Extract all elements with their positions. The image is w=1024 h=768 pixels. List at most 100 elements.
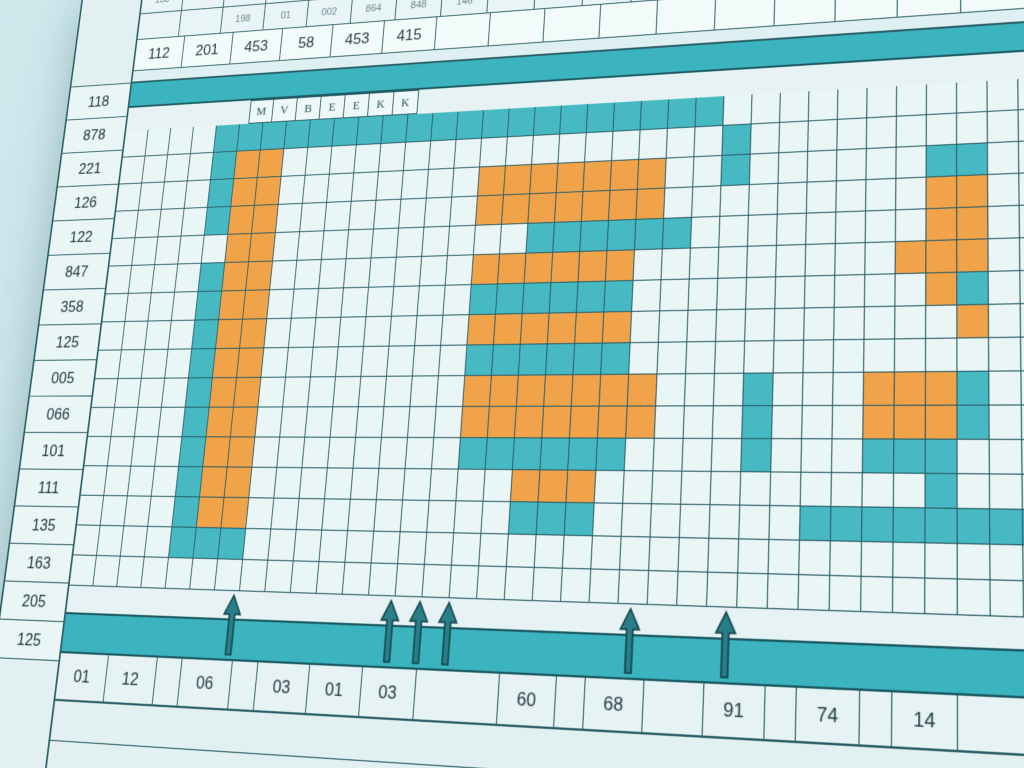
heatmap-cell[interactable] (680, 505, 711, 539)
heatmap-cell[interactable] (591, 536, 621, 570)
heatmap-cell[interactable] (525, 253, 554, 284)
heatmap-cell[interactable] (215, 559, 243, 591)
heatmap-cell[interactable] (279, 176, 306, 205)
heatmap-cell[interactable] (377, 469, 406, 501)
heatmap-cell[interactable] (420, 256, 448, 286)
heatmap-cell[interactable] (801, 439, 832, 473)
heatmap-cell[interactable] (713, 406, 743, 439)
heatmap-cell[interactable] (958, 544, 991, 580)
heatmap-cell[interactable] (302, 438, 330, 469)
heatmap-cell[interactable] (770, 472, 801, 506)
heatmap-cell[interactable] (836, 180, 866, 212)
heatmap-cell[interactable] (958, 509, 991, 545)
heatmap-cell[interactable] (799, 541, 831, 576)
heatmap-cell[interactable] (775, 309, 805, 342)
heatmap-cell[interactable] (324, 202, 351, 232)
heatmap-cell[interactable] (182, 408, 209, 438)
heatmap-cell[interactable] (835, 243, 865, 276)
heatmap-cell[interactable] (719, 216, 749, 248)
heatmap-cell[interactable] (237, 123, 263, 152)
heatmap-cell[interactable] (474, 225, 502, 255)
heatmap-cell[interactable] (958, 474, 991, 509)
heatmap-cell[interactable] (743, 374, 773, 407)
heatmap-cell[interactable] (565, 503, 595, 536)
heatmap-cell[interactable] (692, 186, 721, 218)
heatmap-cell[interactable] (636, 189, 665, 220)
heatmap-cell[interactable] (117, 557, 145, 588)
heatmap-cell[interactable] (521, 314, 550, 345)
heatmap-cell[interactable] (988, 174, 1020, 207)
heatmap-cell[interactable] (292, 289, 319, 319)
heatmap-cell[interactable] (145, 321, 172, 350)
heatmap-cell[interactable] (653, 439, 683, 472)
heatmap-cell[interactable] (989, 238, 1021, 272)
heatmap-cell[interactable] (834, 307, 865, 340)
heatmap-cell[interactable] (741, 439, 772, 472)
heatmap-cell[interactable] (456, 110, 484, 140)
heatmap-cell[interactable] (267, 290, 294, 320)
heatmap-cell[interactable] (686, 342, 716, 374)
heatmap-cell[interactable] (352, 172, 379, 202)
heatmap-cell[interactable] (424, 198, 452, 228)
heatmap-cell[interactable] (496, 284, 525, 315)
heatmap-cell[interactable] (572, 375, 601, 407)
heatmap-cell[interactable] (261, 122, 287, 151)
heatmap-cell[interactable] (498, 254, 526, 285)
heatmap-cell[interactable] (863, 439, 895, 473)
heatmap-cell[interactable] (609, 190, 638, 221)
heatmap-cell[interactable] (777, 214, 807, 246)
heatmap-cell[interactable] (638, 159, 667, 190)
heatmap-cell[interactable] (867, 117, 897, 149)
heatmap-cell[interactable] (348, 500, 377, 532)
heatmap-cell[interactable] (548, 313, 577, 344)
header-cell[interactable]: 201 (182, 33, 234, 67)
heatmap-cell[interactable] (555, 192, 584, 223)
heatmap-cell[interactable] (893, 578, 925, 614)
heatmap-cell[interactable] (659, 311, 689, 343)
heatmap-cell[interactable] (718, 247, 748, 279)
heatmap-cell[interactable] (957, 272, 989, 306)
heatmap-cell[interactable] (626, 406, 656, 438)
heatmap-cell[interactable] (989, 304, 1021, 338)
heatmap-cell[interactable] (294, 260, 321, 290)
heatmap-cell[interactable] (957, 143, 988, 176)
heatmap-cell[interactable] (389, 316, 417, 346)
heatmap-cell[interactable] (336, 347, 364, 377)
heatmap-cell[interactable] (989, 271, 1021, 305)
heatmap-cell[interactable] (441, 315, 469, 346)
heatmap-cell[interactable] (379, 143, 406, 173)
heatmap-cell[interactable] (607, 220, 636, 251)
heatmap-cell[interactable] (240, 560, 268, 592)
heatmap-cell[interactable] (359, 377, 387, 408)
heatmap-cell[interactable] (896, 241, 927, 274)
heatmap-cell[interactable] (158, 209, 184, 238)
heatmap-cell[interactable] (660, 280, 690, 312)
heatmap-cell[interactable] (308, 377, 336, 407)
heatmap-cell[interactable] (271, 499, 299, 530)
heatmap-cell[interactable] (399, 199, 427, 229)
heatmap-cell[interactable] (511, 470, 541, 502)
heatmap-cell[interactable] (573, 344, 602, 376)
heatmap-cell[interactable] (832, 439, 863, 473)
heatmap-cell[interactable] (354, 144, 381, 173)
heatmap-cell[interactable] (228, 206, 255, 235)
heatmap-cell[interactable] (481, 502, 511, 535)
heatmap-cell[interactable] (958, 406, 990, 440)
heatmap-cell[interactable] (131, 437, 158, 467)
heatmap-cell[interactable] (774, 341, 805, 374)
heatmap-cell[interactable] (148, 293, 175, 322)
heatmap-cell[interactable] (439, 345, 468, 376)
heatmap-cell[interactable] (1020, 205, 1024, 239)
heatmap-cell[interactable] (249, 468, 277, 499)
header-cell[interactable]: 112 (134, 36, 185, 70)
heatmap-cell[interactable] (213, 349, 240, 379)
row-label[interactable]: 101 (20, 433, 87, 470)
header-cell[interactable] (657, 0, 717, 34)
heatmap-cell[interactable] (168, 321, 195, 350)
heatmap-cell[interactable] (152, 467, 179, 497)
heatmap-cell[interactable] (622, 504, 652, 538)
heatmap-cell[interactable] (664, 187, 693, 218)
heatmap-cell[interactable] (264, 319, 291, 349)
heatmap-cell[interactable] (467, 315, 496, 346)
heatmap-cell[interactable] (896, 146, 926, 179)
